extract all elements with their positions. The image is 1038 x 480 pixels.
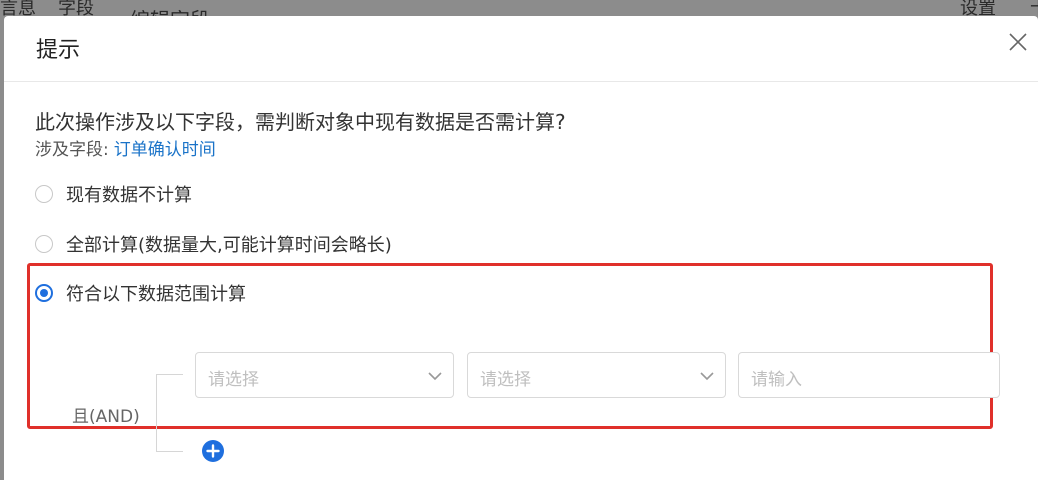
chevron-down-icon (700, 372, 714, 381)
question-text: 此次操作涉及以下字段，需判断对象中现有数据是否需计算? (35, 110, 566, 134)
operator-select[interactable]: 请选择 (467, 352, 726, 398)
option-no-calc[interactable]: 现有数据不计算 (35, 181, 192, 207)
radio-no-calc[interactable] (35, 185, 53, 203)
dialog-header: 提示 (4, 16, 1038, 82)
close-button[interactable] (1006, 30, 1030, 54)
dialog-title: 提示 (36, 38, 81, 63)
option-calc-all-label: 全部计算(数据量大,可能计算时间会略长) (66, 235, 392, 256)
chevron-down-icon (428, 372, 442, 381)
prompt-dialog: 提示 此次操作涉及以下字段，需判断对象中现有数据是否需计算? 涉及字段: 订单确认… (4, 16, 1038, 480)
close-icon (1009, 33, 1027, 51)
field-select-placeholder: 请选择 (208, 370, 259, 390)
value-input[interactable]: 请输入 (738, 352, 1000, 398)
involved-fields: 涉及字段: 订单确认时间 (35, 135, 216, 160)
value-input-placeholder: 请输入 (751, 370, 802, 390)
field-link[interactable]: 订单确认时间 (114, 140, 216, 160)
involved-fields-label: 涉及字段: (35, 140, 109, 160)
field-select[interactable]: 请选择 (195, 352, 454, 398)
condition-bracket (156, 374, 183, 452)
and-label: 且(AND) (72, 407, 140, 427)
option-no-calc-label: 现有数据不计算 (66, 185, 192, 206)
operator-select-placeholder: 请选择 (480, 370, 531, 390)
plus-circle-icon (202, 440, 224, 462)
radio-calc-all[interactable] (35, 235, 53, 253)
option-calc-all[interactable]: 全部计算(数据量大,可能计算时间会略长) (35, 231, 392, 257)
add-condition-button[interactable] (201, 439, 225, 463)
